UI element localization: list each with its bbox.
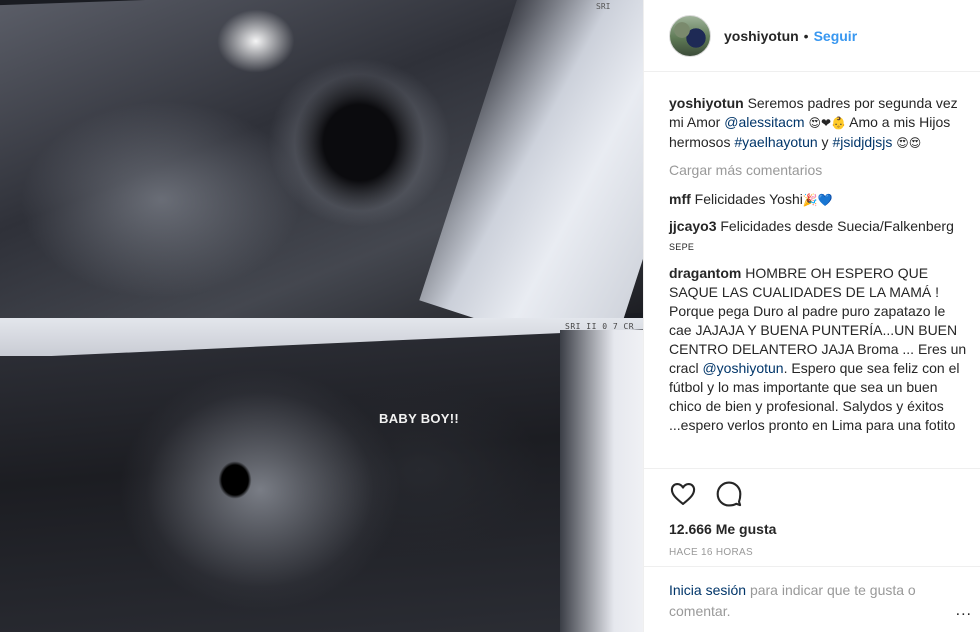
comment-text: Felicidades Yoshi bbox=[694, 191, 803, 207]
comment-item: jjcayo3 Felicidades desde Suecia/Falkenb… bbox=[669, 217, 969, 257]
header-username[interactable]: yoshiyotun bbox=[724, 28, 799, 44]
comment-mention[interactable]: @yoshiyotun bbox=[702, 360, 783, 376]
comment-item: mff Felicidades Yoshi🎉💙 bbox=[669, 190, 969, 210]
load-more-comments-button[interactable]: Cargar más comentarios bbox=[669, 161, 969, 180]
comment-username[interactable]: mff bbox=[669, 191, 691, 207]
more-options-icon[interactable]: ... bbox=[956, 602, 972, 620]
caption: yoshiyotun Seremos padres por segunda ve… bbox=[669, 94, 969, 153]
login-link[interactable]: Inicia sesión bbox=[669, 582, 746, 598]
caption-hashtag-1[interactable]: #yaelhayotun bbox=[734, 134, 817, 150]
heart-icon[interactable] bbox=[669, 480, 697, 508]
scan-meta-top: SRI bbox=[596, 2, 611, 11]
login-prompt: Inicia sesión para indicar que te gusta … bbox=[644, 566, 980, 632]
post-timestamp[interactable]: HACE 16 HORAS bbox=[669, 547, 956, 558]
post-header: yoshiyotun • Seguir bbox=[644, 0, 980, 72]
baby-boy-label: BABY BOY!! bbox=[379, 411, 460, 426]
comment-item: dragantom HOMBRE OH ESPERO QUE SAQUE LAS… bbox=[669, 264, 969, 435]
ultrasound-frame-right bbox=[560, 330, 643, 632]
likes-count[interactable]: 12.666 Me gusta bbox=[669, 521, 956, 537]
comment-username[interactable]: dragantom bbox=[669, 265, 741, 281]
scan-meta-bottom: SRI II 0 7 CR bbox=[565, 322, 635, 331]
caption-mention[interactable]: @alessitacm bbox=[724, 114, 804, 130]
caption-emoji-2: 😍😍 bbox=[896, 136, 922, 150]
follow-button[interactable]: Seguir bbox=[814, 28, 858, 44]
comment-username[interactable]: jjcayo3 bbox=[669, 218, 716, 234]
caption-username[interactable]: yoshiyotun bbox=[669, 95, 744, 111]
comments-list: yoshiyotun Seremos padres por segunda ve… bbox=[669, 94, 969, 442]
header-separator: • bbox=[803, 27, 809, 44]
comment-text: Felicidades desde Suecia/Falkenberg bbox=[720, 218, 954, 234]
post-photo[interactable]: SRI SRI II 0 7 CR BABY BOY!! bbox=[0, 0, 643, 632]
comment-tag: SEPE bbox=[669, 242, 695, 252]
avatar[interactable] bbox=[669, 14, 711, 57]
action-icons bbox=[669, 479, 956, 509]
ultrasound-image-bottom bbox=[0, 318, 643, 632]
caption-emoji-1: 😍❤👶 bbox=[808, 116, 846, 130]
post-actions: 12.666 Me gusta HACE 16 HORAS bbox=[644, 468, 980, 558]
comment-bubble-icon[interactable] bbox=[715, 480, 743, 508]
post-side-panel: yoshiyotun • Seguir yoshiyotun Seremos p… bbox=[643, 0, 980, 632]
caption-hashtag-2[interactable]: #jsidjdjsjs bbox=[832, 134, 892, 150]
comment-emoji: 🎉💙 bbox=[802, 193, 833, 207]
caption-text-3: y bbox=[821, 134, 829, 150]
